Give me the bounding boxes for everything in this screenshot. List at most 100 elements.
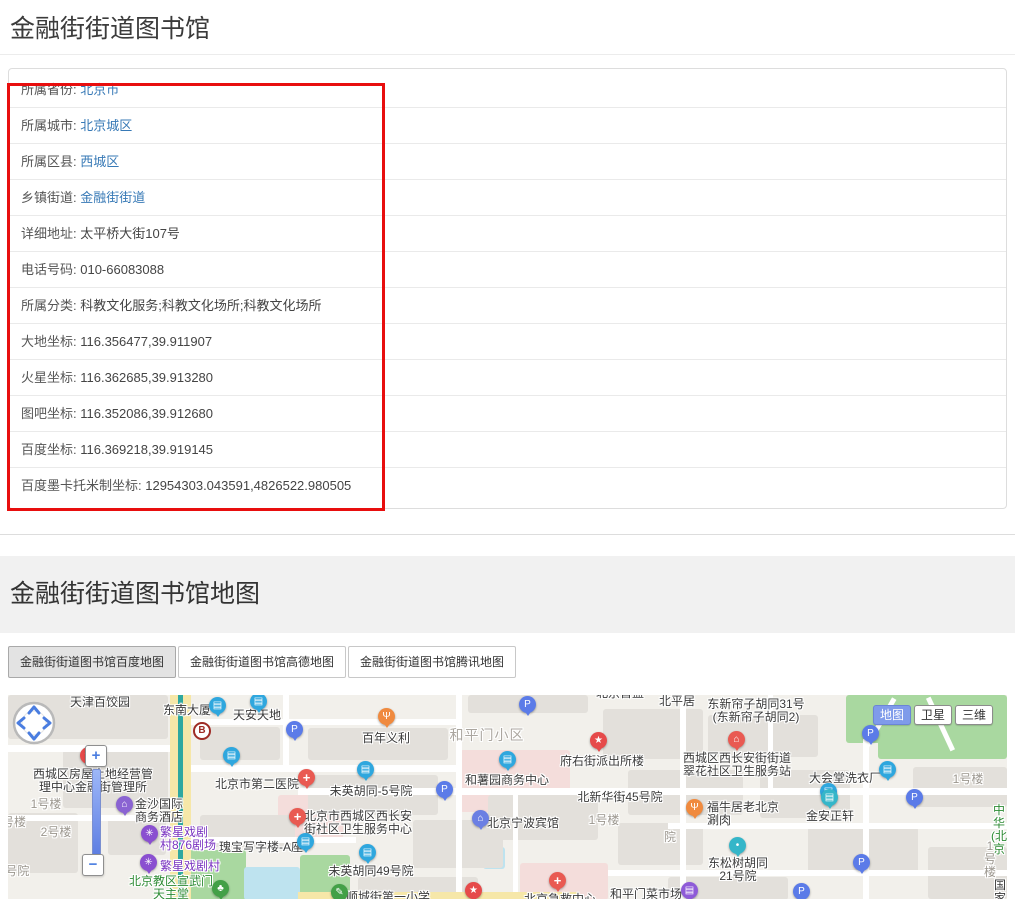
map-road — [680, 695, 686, 899]
map-marker-hotel-icon[interactable]: ⌂ — [116, 796, 133, 813]
map-road — [456, 695, 462, 899]
map-marker-dot-icon[interactable]: • — [729, 837, 746, 854]
map-area-block — [200, 727, 280, 760]
map-marker-building-icon[interactable]: ▤ — [209, 697, 226, 714]
info-row: 图吧坐标: 116.352086,39.912680 — [9, 396, 1006, 432]
map-poi-label: 2号院 — [8, 865, 29, 878]
zoom-out-button[interactable]: − — [82, 854, 104, 876]
map-marker-building-icon[interactable]: ▤ — [223, 747, 240, 764]
map-poi-label: 和平门小区 — [450, 729, 525, 742]
map-marker-building-icon[interactable]: ▤ — [499, 751, 516, 768]
map-marker-building-icon[interactable]: ▤ — [357, 761, 374, 778]
field-label: 所属城市: — [21, 118, 80, 133]
map-poi-label: 未英胡同49号院 — [328, 865, 413, 878]
field-value-link[interactable]: 西城区 — [80, 154, 119, 169]
map-marker-parking-icon[interactable]: P — [436, 781, 453, 798]
map-provider-tab[interactable]: 金融街街道图书馆百度地图 — [8, 646, 176, 678]
zoom-in-button[interactable]: + — [85, 745, 107, 767]
map-marker-parking-icon[interactable]: P — [853, 854, 870, 871]
map-marker-star-icon[interactable]: ★ — [465, 882, 482, 899]
map-poi-label: 大会堂洗衣厂 — [809, 772, 881, 785]
info-row: 所属省份: 北京市 — [9, 72, 1006, 108]
map-poi-label: 福牛居老北京 涮肉 — [707, 801, 779, 827]
map-marker-star-icon[interactable]: ★ — [590, 732, 607, 749]
map-marker-hospital-icon[interactable]: + — [289, 808, 306, 825]
info-row: 百度墨卡托米制坐标: 12954303.043591,4826522.98050… — [9, 468, 1006, 503]
map-poi-label: 北京市西城区西长安 街社区卫生服务中心 — [304, 810, 412, 836]
map-poi-label: 1号楼 — [953, 773, 984, 786]
field-value: 116.356477,39.911907 — [80, 334, 212, 349]
info-row: 乡镇街道: 金融街街道 — [9, 180, 1006, 216]
field-value-link[interactable]: 金融街街道 — [80, 190, 145, 205]
info-row: 火星坐标: 116.362685,39.913280 — [9, 360, 1006, 396]
map-poi-label: 2号楼 — [41, 826, 72, 839]
field-value: 116.352086,39.912680 — [80, 406, 213, 421]
map-poi-label: 天津百饺园 — [70, 696, 130, 709]
map-provider-tab[interactable]: 金融街街道图书馆腾讯地图 — [348, 646, 516, 678]
map-marker-building-icon[interactable]: ▤ — [297, 833, 314, 850]
map-poi-label: 繁星戏剧村 — [160, 860, 220, 873]
map-marker-parking-icon[interactable]: P — [519, 696, 536, 713]
map-poi-label: 金安正轩 — [806, 810, 854, 823]
info-row: 所属分类: 科教文化服务;科教文化场所;科教文化场所 — [9, 288, 1006, 324]
map-poi-label: 北京宁波宾馆 — [487, 817, 559, 830]
field-label: 图吧坐标: — [21, 406, 80, 421]
map-marker-theater-icon[interactable]: ✳ — [140, 854, 157, 871]
map-section-header: 金融街街道图书馆地图 — [0, 556, 1015, 633]
map-type-button-inactive[interactable]: 卫星 — [914, 705, 952, 725]
info-row: 大地坐标: 116.356477,39.911907 — [9, 324, 1006, 360]
map-provider-tab[interactable]: 金融街街道图书馆高德地图 — [178, 646, 346, 678]
field-value: 116.369218,39.919145 — [80, 442, 213, 457]
map-marker-food-icon[interactable]: Ψ — [686, 799, 703, 816]
field-label: 所属区县: — [21, 154, 80, 169]
map-poi-label: 1号楼 — [589, 814, 620, 827]
map-poi-label: 西城区西长安街街道 翠花社区卫生服务站 — [683, 752, 791, 778]
map-canvas[interactable]: + − 地图卫星三维 天津百饺园东南大厦天安天地北平居北京首盘东新帘子胡同31号… — [8, 695, 1007, 899]
page-title: 金融街街道图书馆 — [10, 13, 1005, 45]
field-value-link[interactable]: 北京市 — [80, 82, 119, 97]
map-type-button-inactive[interactable]: 三维 — [955, 705, 993, 725]
map-marker-hotel2-icon[interactable]: ⌂ — [472, 810, 489, 827]
map-marker-hospital-icon[interactable]: + — [298, 769, 315, 786]
map-provider-tabs: 金融街街道图书馆百度地图金融街街道图书馆高德地图金融街街道图书馆腾讯地图 — [8, 646, 1007, 678]
map-poi-label: 号楼 — [8, 816, 26, 829]
map-marker-theater-icon[interactable]: ✳ — [141, 825, 158, 842]
map-road — [863, 739, 869, 899]
map-poi-label: 北京教区宣武门 天主堂 — [129, 875, 213, 899]
map-poi-label: 繁星戏剧 村876剧场 — [160, 826, 216, 852]
map-poi-label: 东松树胡同 21号院 — [708, 857, 768, 883]
map-marker-parking-icon[interactable]: P — [862, 725, 879, 742]
map-marker-hospital-icon[interactable]: + — [549, 872, 566, 889]
map-road — [608, 870, 1007, 876]
map-area-block — [878, 735, 1007, 759]
field-label: 大地坐标: — [21, 334, 80, 349]
map-marker-building-icon[interactable]: ▤ — [879, 761, 896, 778]
map-marker-parking-icon[interactable]: P — [793, 883, 810, 899]
map-marker-school-icon[interactable]: ✎ — [331, 884, 348, 899]
field-value: 010-66083088 — [80, 262, 164, 277]
info-panel: 所属省份: 北京市所属城市: 北京城区所属区县: 西城区乡镇街道: 金融街街道详… — [8, 68, 1007, 509]
field-value: 太平桥大街107号 — [80, 226, 180, 241]
field-value-link[interactable]: 北京城区 — [80, 118, 132, 133]
info-row: 详细地址: 太平桥大街107号 — [9, 216, 1006, 252]
field-label: 电话号码: — [21, 262, 80, 277]
map-marker-parking-icon[interactable]: P — [286, 721, 303, 738]
map-marker-food-icon[interactable]: Ψ — [378, 708, 395, 725]
info-row: 所属城市: 北京城区 — [9, 108, 1006, 144]
map-marker-shop-icon[interactable]: ▤ — [681, 882, 698, 899]
map-road — [191, 719, 461, 725]
page: 金融街街道图书馆 所属省份: 北京市所属城市: 北京城区所属区县: 西城区乡镇街… — [0, 0, 1015, 899]
map-marker-house-icon[interactable]: ⌂ — [728, 731, 745, 748]
field-label: 火星坐标: — [21, 370, 80, 385]
map-marker-subway-icon[interactable]: B — [193, 722, 211, 740]
map-poi-label: 和薯园商务中心 — [465, 774, 549, 787]
zoom-slider[interactable] — [92, 769, 101, 856]
map-type-button-active[interactable]: 地图 — [873, 705, 911, 725]
map-marker-building-icon[interactable]: ▤ — [359, 844, 376, 861]
map-marker-building2-icon[interactable]: ▤ — [821, 789, 838, 806]
map-marker-parking-icon[interactable]: P — [906, 789, 923, 806]
compass-control[interactable] — [11, 700, 57, 751]
field-label: 所属分类: — [21, 298, 80, 313]
map-marker-church-icon[interactable]: ♣ — [212, 880, 229, 897]
field-label: 百度坐标: — [21, 442, 80, 457]
